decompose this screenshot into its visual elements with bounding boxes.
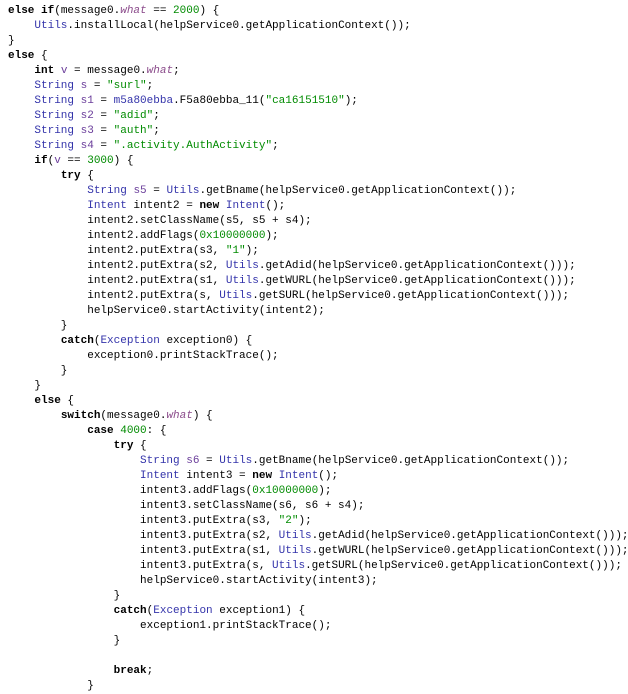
code-line: else { (8, 50, 48, 62)
code-line: } (8, 380, 41, 392)
code-line: else if(message0.what == 2000) { (8, 5, 219, 17)
code-line: intent3.addFlags(0x10000000); (8, 485, 331, 497)
code-block: else if(message0.what == 2000) { Utils.i… (0, 0, 628, 694)
code-line: helpService0.startActivity(intent3); (8, 575, 378, 587)
code-line: intent3.putExtra(s1, Utils.getWURL(helpS… (8, 545, 628, 557)
code-line: String s3 = "auth"; (8, 125, 160, 137)
code-line: } (8, 35, 15, 47)
code-line: exception1.printStackTrace(); (8, 620, 331, 632)
code-line: intent3.setClassName(s6, s6 + s4); (8, 500, 364, 512)
code-line: String s5 = Utils.getBname(helpService0.… (8, 185, 516, 197)
code-line: intent2.putExtra(s, Utils.getSURL(helpSe… (8, 290, 569, 302)
code-line: } (8, 365, 67, 377)
code-line: if(v == 3000) { (8, 155, 133, 167)
code-line: intent3.putExtra(s2, Utils.getAdid(helpS… (8, 530, 628, 542)
code-line: else { (8, 395, 74, 407)
code-line: intent2.putExtra(s1, Utils.getWURL(helpS… (8, 275, 576, 287)
code-line: } (8, 680, 94, 692)
code-line: intent2.addFlags(0x10000000); (8, 230, 279, 242)
code-line: } (8, 590, 120, 602)
code-line: Intent intent3 = new Intent(); (8, 470, 338, 482)
code-line: try { (8, 170, 94, 182)
code-line: intent2.putExtra(s3, "1"); (8, 245, 259, 257)
code-line: } (8, 320, 67, 332)
code-line: catch(Exception exception0) { (8, 335, 252, 347)
code-line: try { (8, 440, 147, 452)
code-line: Intent intent2 = new Intent(); (8, 200, 285, 212)
code-line: } (8, 635, 120, 647)
code-line: intent3.putExtra(s3, "2"); (8, 515, 312, 527)
code-line: exception0.printStackTrace(); (8, 350, 279, 362)
code-line: Utils.installLocal(helpService0.getAppli… (8, 20, 411, 32)
code-line: switch(message0.what) { (8, 410, 213, 422)
code-line: int v = message0.what; (8, 65, 180, 77)
code-line: String s4 = ".activity.AuthActivity"; (8, 140, 279, 152)
code-line: String s = "surl"; (8, 80, 153, 92)
code-line: String s2 = "adid"; (8, 110, 160, 122)
code-line: String s6 = Utils.getBname(helpService0.… (8, 455, 569, 467)
code-line: String s1 = m5a80ebba.F5a80ebba_11("ca16… (8, 95, 358, 107)
code-line: intent2.putExtra(s2, Utils.getAdid(helpS… (8, 260, 576, 272)
code-line: helpService0.startActivity(intent2); (8, 305, 325, 317)
code-line: intent3.putExtra(s, Utils.getSURL(helpSe… (8, 560, 622, 572)
code-line: intent2.setClassName(s5, s5 + s4); (8, 215, 312, 227)
code-line: catch(Exception exception1) { (8, 605, 305, 617)
code-line: case 4000: { (8, 425, 166, 437)
code-line: break; (8, 665, 153, 677)
